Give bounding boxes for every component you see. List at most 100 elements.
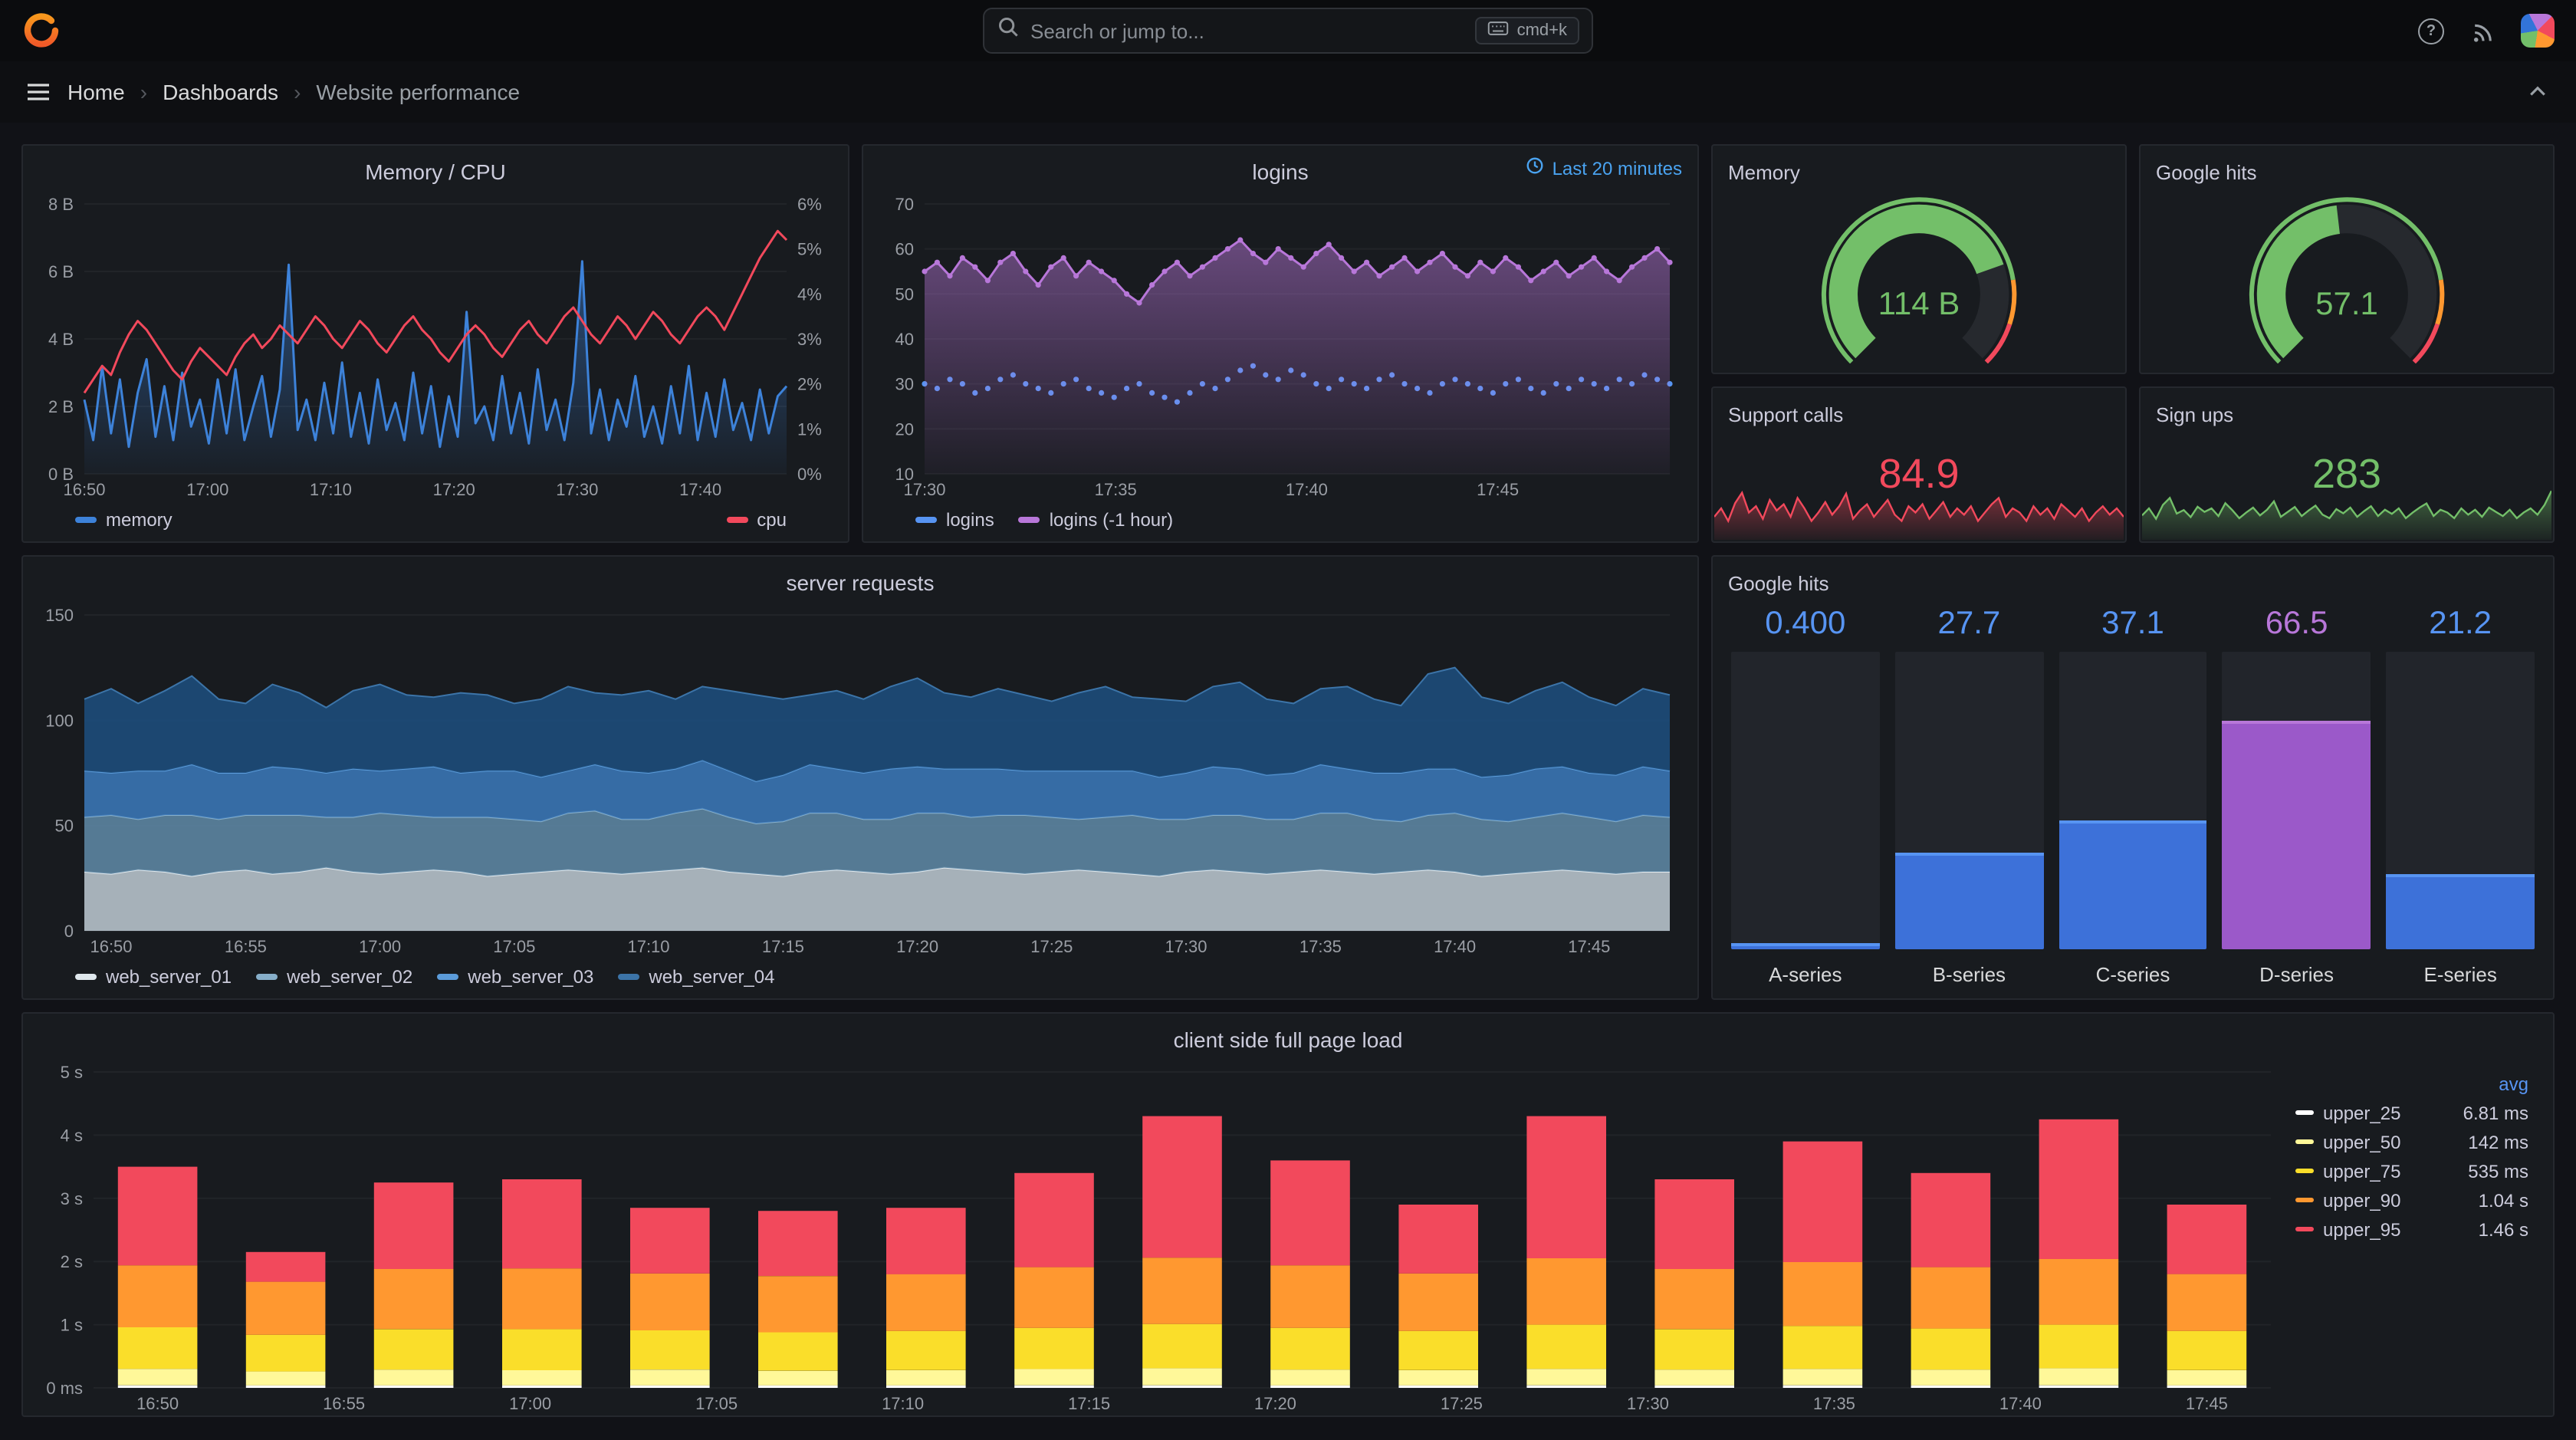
breadcrumb-separator: › [140, 80, 148, 104]
bar-gauge-column: 21.2 E-series [2386, 606, 2535, 986]
svg-text:17:30: 17:30 [1627, 1394, 1669, 1413]
google-hits-gauge[interactable]: 57.1 [2153, 192, 2541, 363]
panel-title[interactable]: Sign ups [2156, 403, 2538, 426]
svg-text:16:50: 16:50 [136, 1394, 179, 1413]
legend-swatch [2295, 1169, 2314, 1173]
svg-text:17:10: 17:10 [882, 1394, 924, 1413]
legend-swatch [2295, 1139, 2314, 1144]
gauge-value: 57.1 [2315, 286, 2378, 322]
legend-item[interactable]: upper_25 6.81 ms [2295, 1098, 2528, 1127]
legend-item[interactable]: upper_75 535 ms [2295, 1156, 2528, 1185]
panel-support-calls: Support calls 84.9 [1711, 386, 2127, 543]
sign-ups-stat[interactable]: 283 [2141, 434, 2553, 541]
svg-text:17:25: 17:25 [1441, 1394, 1483, 1413]
user-avatar[interactable] [2521, 14, 2555, 48]
svg-text:3 s: 3 s [61, 1189, 83, 1208]
panel-title[interactable]: Google hits [2156, 160, 2538, 183]
legend-item[interactable]: upper_50 142 ms [2295, 1127, 2528, 1156]
server-requests-chart[interactable]: 0 50 100 150 16:50 16:55 17:00 17:05 17:10 17:15 1… [32, 603, 1688, 958]
svg-text:20: 20 [895, 419, 914, 439]
svg-text:4 B: 4 B [48, 330, 74, 349]
legend-swatch [618, 974, 640, 980]
svg-text:17:30: 17:30 [903, 480, 945, 499]
svg-text:17:35: 17:35 [1095, 480, 1137, 499]
memory-gauge[interactable]: 114 B [1725, 192, 2113, 363]
svg-text:6%: 6% [797, 195, 822, 214]
bar-gauge-fill [2386, 874, 2535, 949]
legend-item[interactable]: web_server_02 [256, 966, 412, 988]
bar-gauge-label: A-series [1769, 963, 1842, 986]
legend-item[interactable]: logins (-1 hour) [1018, 509, 1174, 531]
legend-item[interactable]: web_server_04 [618, 966, 775, 988]
panel-title[interactable]: client side full page load [38, 1027, 2538, 1052]
legend-label: memory [106, 509, 172, 531]
search-input[interactable]: Search or jump to... cmd+k [983, 8, 1593, 54]
panel-memory-gauge: Memory 114 B [1711, 144, 2127, 374]
bar-gauge-fill [1731, 942, 1880, 949]
svg-text:0%: 0% [797, 465, 822, 484]
memory-cpu-chart[interactable]: 0 B2 B4 B6 B8 B 0% 1% 2% 3% 4% 5% 6% 16:50 17:00 1… [32, 192, 839, 501]
bar-gauge-track [2222, 652, 2371, 949]
legend-label: web_server_02 [287, 966, 413, 988]
svg-text:17:45: 17:45 [2186, 1394, 2228, 1413]
panel-title[interactable]: server requests [38, 570, 1682, 595]
grafana-logo-icon[interactable] [21, 11, 61, 51]
bar-gauge-fill [2058, 820, 2207, 949]
legend-label: logins (-1 hour) [1049, 509, 1174, 531]
panel-title[interactable]: Google hits [1728, 571, 2538, 594]
legend-item[interactable]: logins [915, 509, 994, 531]
legend-swatch [437, 974, 459, 980]
svg-text:5 s: 5 s [61, 1063, 83, 1082]
legend-item[interactable]: web_server_03 [437, 966, 593, 988]
panel-title[interactable]: Memory / CPU [38, 159, 833, 184]
legend-item[interactable]: cpu [726, 509, 787, 531]
gauge-value: 114 B [1878, 286, 1960, 322]
pageload-legend: avg upper_25 6.81 ms upper_50 142 ms upper_75… [2295, 1069, 2528, 1244]
help-icon[interactable] [2418, 18, 2444, 44]
legend-label: upper_75 [2323, 1160, 2401, 1182]
collapse-chevron-up-icon[interactable] [2524, 78, 2551, 106]
svg-text:40: 40 [895, 330, 914, 349]
legend-item[interactable]: upper_90 1.04 s [2295, 1185, 2528, 1215]
panel-header: logins Last 20 minutes [863, 146, 1697, 192]
svg-text:17:15: 17:15 [762, 937, 804, 956]
svg-text:4 s: 4 s [61, 1126, 83, 1145]
svg-text:17:45: 17:45 [1477, 480, 1519, 499]
svg-text:17:40: 17:40 [1286, 480, 1328, 499]
legend-item[interactable]: web_server_01 [75, 966, 232, 988]
svg-text:17:20: 17:20 [1254, 1394, 1296, 1413]
legend-item[interactable]: memory [75, 509, 172, 531]
breadcrumb-home[interactable]: Home [67, 80, 125, 104]
bar-gauge-track [2058, 652, 2207, 949]
svg-text:60: 60 [895, 240, 914, 259]
svg-text:17:00: 17:00 [186, 480, 228, 499]
legend-swatch [2295, 1110, 2314, 1115]
svg-text:150: 150 [45, 606, 74, 625]
breadcrumb-dashboards[interactable]: Dashboards [163, 80, 278, 104]
svg-text:16:50: 16:50 [90, 937, 132, 956]
panel-title[interactable]: Support calls [1728, 403, 2110, 426]
svg-text:17:00: 17:00 [509, 1394, 551, 1413]
svg-text:17:10: 17:10 [310, 480, 352, 499]
support-calls-stat[interactable]: 84.9 [1713, 434, 2125, 541]
news-rss-icon[interactable] [2469, 17, 2496, 44]
svg-text:5%: 5% [797, 240, 822, 259]
svg-text:17:10: 17:10 [627, 937, 669, 956]
google-hits-bar-gauge[interactable]: 0.400 A-series 27.7 B-series 37.1 C-series 66.… [1713, 603, 2553, 998]
panel-title[interactable]: Memory [1728, 160, 2110, 183]
legend-label: cpu [757, 509, 787, 531]
legend-swatch [75, 517, 97, 523]
breadcrumb: Home › Dashboards › Website performance [0, 61, 2576, 123]
menu-hamburger-icon[interactable] [25, 78, 52, 106]
legend-label: logins [946, 509, 994, 531]
legend-label: web_server_04 [649, 966, 775, 988]
svg-text:1%: 1% [797, 419, 822, 439]
svg-text:2%: 2% [797, 375, 822, 394]
legend-item[interactable]: upper_95 1.46 s [2295, 1215, 2528, 1244]
logins-chart[interactable]: 10 20 30 40 50 60 70 17:30 17:35 17:40 17:45 [872, 192, 1688, 501]
svg-text:30: 30 [895, 375, 914, 394]
svg-text:17:00: 17:00 [359, 937, 401, 956]
svg-text:70: 70 [895, 195, 914, 214]
svg-text:2 s: 2 s [61, 1252, 83, 1271]
page-load-chart[interactable]: 0 ms 1 s 2 s 3 s 4 s 5 s 16:50 16:55 17:00 17:05 1… [32, 1060, 2289, 1415]
